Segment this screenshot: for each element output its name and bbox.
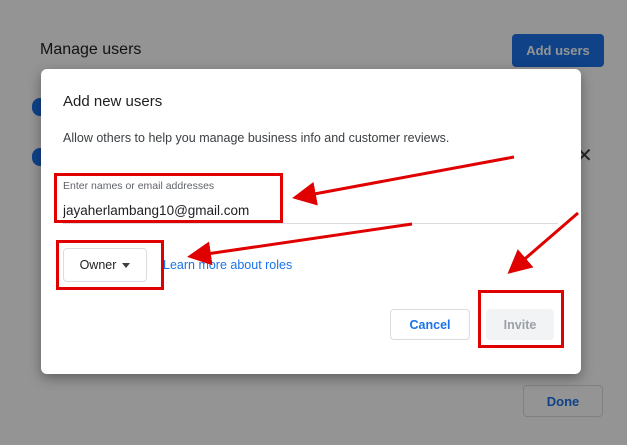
- annotation-arrows: [187, 155, 579, 274]
- annotation-arrow-email: [292, 155, 515, 206]
- annotation-arrow-invite: [507, 211, 579, 274]
- annotation-arrow-role: [187, 222, 413, 266]
